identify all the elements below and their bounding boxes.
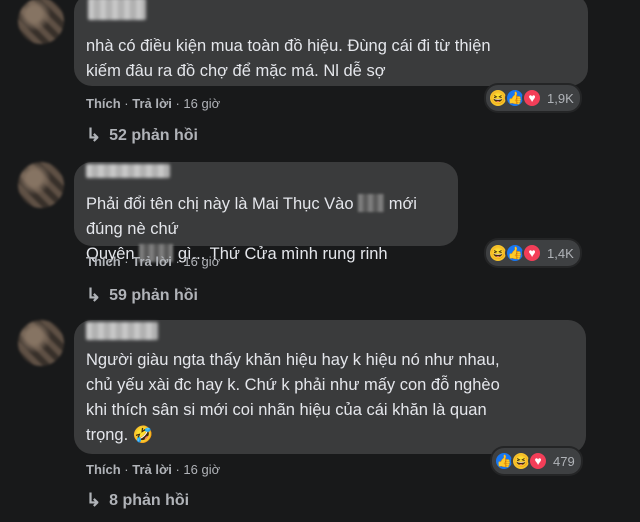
- love-icon: ♥: [528, 451, 548, 471]
- reply-link[interactable]: Trả lời: [132, 254, 172, 269]
- view-replies-button[interactable]: ↳ 59 phản hồi: [86, 285, 198, 306]
- like-link[interactable]: Thích: [86, 254, 121, 269]
- avatar[interactable]: [18, 0, 64, 44]
- comment-text: Người giàu ngta thấy khăn hiệu hay k hiệ…: [86, 351, 500, 444]
- reaction-summary[interactable]: 😆 👍 ♥ 1,4K: [486, 240, 580, 266]
- love-icon: ♥: [522, 243, 542, 263]
- like-link[interactable]: Thích: [86, 96, 121, 111]
- reaction-count: 1,9K: [547, 90, 574, 106]
- comment-bubble: Người giàu ngta thấy khăn hiệu hay k hiệ…: [74, 320, 586, 454]
- replies-count: 52 phản hồi: [109, 126, 198, 144]
- author-name-blurred[interactable]: [88, 0, 146, 20]
- comment-bubble: Phải đổi tên chị này là Mai Thục Vào mới…: [74, 162, 458, 263]
- avatar[interactable]: [18, 162, 64, 208]
- comment-actions: Thích · Trả lời · 16 giờ: [86, 462, 221, 477]
- comment-text: nhà có điều kiện mua toàn đồ hiệu. Đùng …: [86, 37, 491, 80]
- reply-arrow-icon: ↳: [86, 490, 102, 510]
- rofl-emoji-icon: 🤣: [132, 426, 154, 444]
- comment-actions: Thích · Trả lời · 16 giờ: [86, 254, 221, 269]
- reaction-summary[interactable]: 😆 👍 ♥ 1,9K: [486, 85, 580, 111]
- replies-count: 59 phản hồi: [109, 286, 198, 304]
- comment-bubble: nhà có điều kiện mua toàn đồ hiệu. Đùng …: [74, 0, 588, 86]
- timestamp[interactable]: 16 giờ: [183, 254, 220, 269]
- comment-actions: Thích · Trả lời · 16 giờ: [86, 96, 221, 111]
- love-icon: ♥: [522, 88, 542, 108]
- author-name-blurred[interactable]: [86, 322, 158, 340]
- reply-arrow-icon: ↳: [86, 285, 102, 305]
- author-name-blurred[interactable]: [86, 164, 170, 178]
- reaction-count: 479: [553, 453, 575, 469]
- timestamp[interactable]: 16 giờ: [183, 96, 220, 111]
- timestamp[interactable]: 16 giờ: [183, 462, 220, 477]
- censored-word: [358, 194, 385, 212]
- reply-link[interactable]: Trả lời: [132, 96, 172, 111]
- reaction-count: 1,4K: [547, 245, 574, 261]
- view-replies-button[interactable]: ↳ 8 phản hồi: [86, 490, 189, 511]
- view-replies-button[interactable]: ↳ 52 phản hồi: [86, 125, 198, 146]
- avatar[interactable]: [18, 320, 64, 366]
- reply-arrow-icon: ↳: [86, 125, 102, 145]
- replies-count: 8 phản hồi: [109, 491, 190, 509]
- like-link[interactable]: Thích: [86, 462, 121, 477]
- reply-link[interactable]: Trả lời: [132, 462, 172, 477]
- reaction-summary[interactable]: 👍 😆 ♥ 479: [492, 448, 581, 474]
